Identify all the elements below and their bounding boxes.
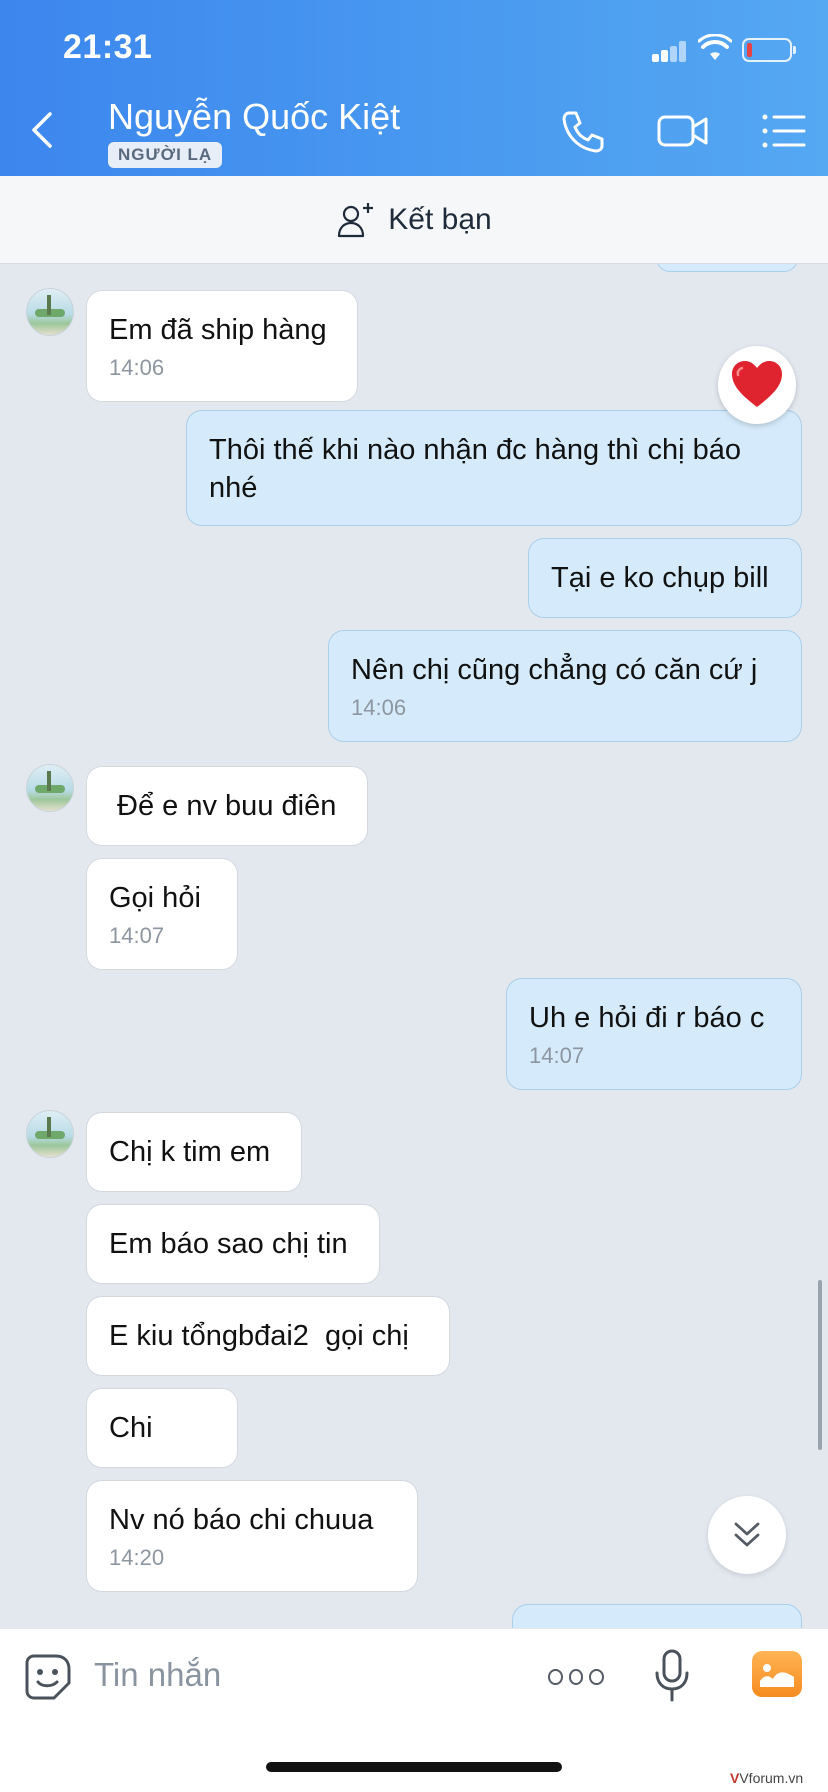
message-bubble-in[interactable]: Gọi hỏi 14:07 <box>86 858 238 970</box>
video-icon[interactable] <box>656 108 710 154</box>
contact-avatar[interactable] <box>26 764 74 812</box>
message-text: Em báo sao chị tin <box>109 1228 348 1260</box>
message-bubble-out[interactable]: Uh e hỏi đi r báo c 14:07 <box>506 978 802 1090</box>
photo-button[interactable] <box>752 1651 802 1697</box>
cellular-signal-icon <box>652 40 688 62</box>
message-bubble-in[interactable]: Để e nv buu điên <box>86 766 368 846</box>
contact-avatar[interactable] <box>26 1110 74 1158</box>
message-time: 14:20 <box>109 1545 165 1570</box>
add-friend-label: Kết bạn <box>388 202 492 236</box>
message-bubble-in[interactable]: E kiu tổngbđai2 gọi chị <box>86 1296 450 1376</box>
phone-icon[interactable] <box>560 108 606 154</box>
menu-icon[interactable] <box>760 108 808 154</box>
watermark-site: Vforum.vn <box>739 1770 804 1786</box>
watermark-brand: V <box>730 1770 740 1786</box>
message-time: 14:06 <box>351 695 407 720</box>
message-text: Gọi hỏi <box>109 882 201 914</box>
battery-icon <box>742 38 796 62</box>
status-time: 21:31 <box>63 28 153 66</box>
message-input[interactable] <box>94 1647 514 1703</box>
message-text: Em đã ship hàng <box>109 314 327 346</box>
message-bubble-in[interactable]: Em đã ship hàng 14:06 <box>86 290 358 402</box>
message-text: Uh e hỏi đi r báo c <box>529 1002 765 1034</box>
message-bubble-out[interactable]: Thôi thế khi nào nhận đc hàng thì chị bá… <box>186 410 802 526</box>
home-indicator[interactable] <box>266 1762 562 1772</box>
heart-icon <box>732 361 782 407</box>
chevron-double-down-icon <box>734 1522 760 1547</box>
photo-icon <box>760 1664 794 1687</box>
message-list[interactable]: Em đã ship hàng 14:06 Thôi thế khi nào n… <box>0 264 828 1628</box>
stranger-badge: NGƯỜI LẠ <box>108 142 223 168</box>
message-time: 14:07 <box>109 923 165 948</box>
message-bubble-in[interactable]: Chị k tim em <box>86 1112 302 1192</box>
add-friend-icon <box>338 202 374 237</box>
message-text: Nên chị cũng chẳng có căn cứ j <box>351 654 758 686</box>
message-text: Nv nó báo chi chuua <box>109 1504 374 1536</box>
chat-header: 21:31 Nguyễn Quốc Kiệt NGƯỜI LẠ <box>0 0 828 176</box>
add-friend-bar: Kết bạn <box>0 176 828 264</box>
scrollbar[interactable] <box>818 1280 822 1450</box>
message-text: Để e nv buu điên <box>109 790 337 822</box>
message-text: E kiu tổngbđai2 gọi chị <box>109 1320 409 1352</box>
partial-message-bubble[interactable] <box>512 1604 802 1628</box>
message-text: Tại e ko chụp bill <box>551 562 769 594</box>
wifi-icon <box>698 34 732 60</box>
watermark: VVforum.vn <box>730 1770 803 1786</box>
message-bubble-out[interactable]: Nên chị cũng chẳng có căn cứ j 14:06 <box>328 630 802 742</box>
sticker-icon[interactable] <box>24 1653 72 1701</box>
message-text: Chi <box>109 1412 153 1444</box>
more-icon[interactable] <box>548 1665 605 1689</box>
message-bubble-in[interactable]: Nv nó báo chi chuua 14:20 <box>86 1480 418 1592</box>
message-time: 14:07 <box>529 1043 585 1068</box>
back-button[interactable] <box>26 110 60 150</box>
contact-name[interactable]: Nguyễn Quốc Kiệt <box>108 96 400 138</box>
mic-icon[interactable] <box>652 1649 692 1703</box>
message-bubble-out[interactable]: Tại e ko chụp bill <box>528 538 802 618</box>
message-bubble-in[interactable]: Em báo sao chị tin <box>86 1204 380 1284</box>
message-text: Chị k tim em <box>109 1136 271 1168</box>
partial-message-bubble[interactable] <box>656 264 798 272</box>
message-text: Thôi thế khi nào nhận đc hàng thì chị bá… <box>209 434 742 504</box>
contact-avatar[interactable] <box>26 288 74 336</box>
message-bubble-in[interactable]: Chi <box>86 1388 238 1468</box>
add-friend-button[interactable]: Kết bạn <box>336 200 492 240</box>
scroll-to-bottom-button[interactable] <box>708 1496 786 1574</box>
heart-reaction[interactable] <box>718 346 796 424</box>
message-time: 14:06 <box>109 355 165 380</box>
